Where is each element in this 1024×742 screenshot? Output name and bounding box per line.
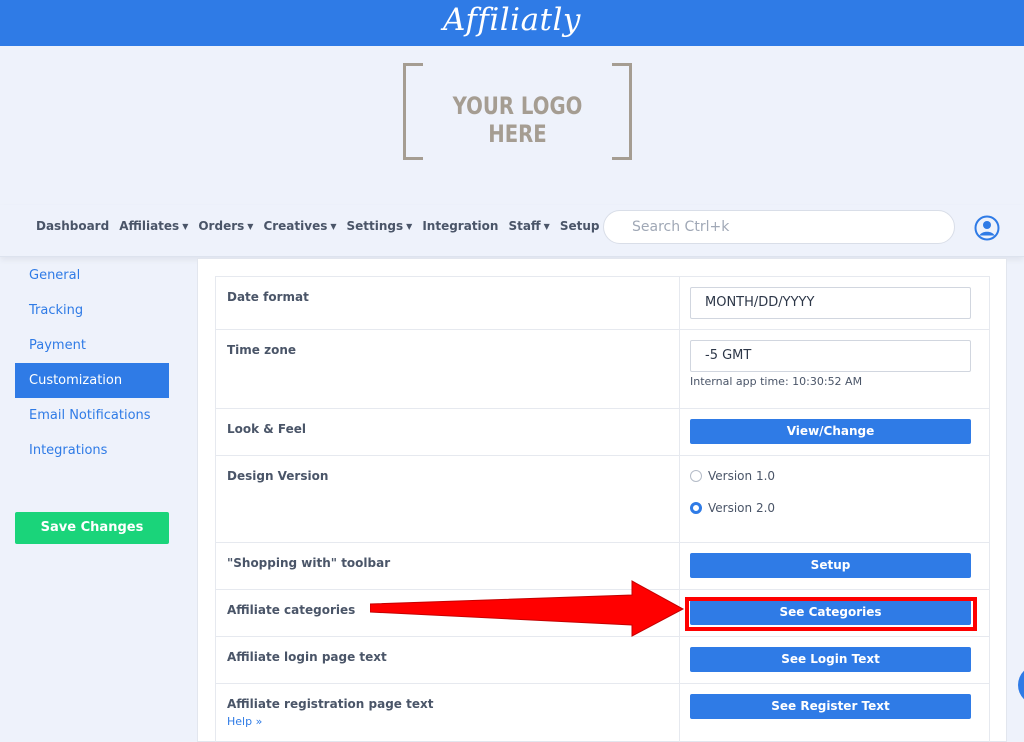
sidebar-item-integrations[interactable]: Integrations bbox=[15, 433, 169, 468]
nav-item-label: Settings bbox=[346, 219, 404, 233]
setting-row-design-version: Design Version Version 1.0 Version 2.0 bbox=[215, 455, 990, 543]
main-nav: Dashboard Affiliates ▼ Orders ▼ Creatives ▼ Set… bbox=[0, 205, 1024, 257]
nav-item-affiliates[interactable]: Affiliates ▼ bbox=[119, 219, 188, 233]
setting-label: Design Version bbox=[215, 455, 680, 543]
radio-label: Version 1.0 bbox=[708, 469, 776, 483]
radio-checked-icon[interactable] bbox=[690, 502, 702, 514]
setting-label: Look & Feel bbox=[215, 408, 680, 456]
caret-down-icon: ▼ bbox=[406, 221, 413, 231]
nav-menu: Dashboard Affiliates ▼ Orders ▼ Creatives ▼ Set… bbox=[36, 219, 609, 233]
caret-down-icon: ▼ bbox=[247, 221, 254, 231]
setting-row-login-text: Affiliate login page text See Login Text bbox=[215, 636, 990, 684]
nav-item-creatives[interactable]: Creatives ▼ bbox=[263, 219, 336, 233]
chat-widget-icon[interactable] bbox=[1018, 665, 1024, 705]
sidebar-item-general[interactable]: General bbox=[15, 258, 169, 293]
user-circle-icon[interactable] bbox=[974, 215, 1000, 241]
settings-table: Date format MONTH/DD/YYYY Time zone -5 G… bbox=[215, 276, 990, 742]
nav-item-label: Affiliates bbox=[119, 219, 180, 233]
logo-bracket-right bbox=[612, 63, 632, 160]
logo-bracket-left bbox=[403, 63, 423, 160]
save-changes-button[interactable]: Save Changes bbox=[15, 512, 169, 544]
caret-down-icon: ▼ bbox=[543, 221, 550, 231]
nav-item-orders[interactable]: Orders ▼ bbox=[198, 219, 253, 233]
setting-row-register-text: Affiliate registration page text Help » … bbox=[215, 683, 990, 742]
annotation-arrow-icon bbox=[370, 580, 685, 637]
caret-down-icon: ▼ bbox=[330, 221, 337, 231]
nav-item-label: Creatives bbox=[263, 219, 328, 233]
setting-row-look-feel: Look & Feel View/Change bbox=[215, 408, 990, 456]
sidebar-item-tracking[interactable]: Tracking bbox=[15, 293, 169, 328]
app-time-value: 10:30:52 AM bbox=[792, 375, 863, 388]
see-login-text-button[interactable]: See Login Text bbox=[690, 647, 971, 672]
setting-label: Affiliate login page text bbox=[215, 636, 680, 684]
nav-item-label: Integration bbox=[422, 219, 499, 233]
date-format-input[interactable]: MONTH/DD/YYYY bbox=[690, 287, 971, 319]
app-time-hint: Internal app time: 10:30:52 AM bbox=[690, 375, 971, 388]
nav-item-label: Orders bbox=[198, 219, 245, 233]
sidebar-item-customization[interactable]: Customization bbox=[15, 363, 169, 398]
caret-down-icon: ▼ bbox=[182, 221, 189, 231]
help-link[interactable]: Help » bbox=[227, 715, 669, 728]
time-zone-select[interactable]: -5 GMT bbox=[690, 340, 971, 372]
nav-item-dashboard[interactable]: Dashboard bbox=[36, 219, 109, 233]
double-chevron-right-icon: » bbox=[255, 715, 263, 728]
settings-panel: Date format MONTH/DD/YYYY Time zone -5 G… bbox=[197, 258, 1007, 742]
sidebar-item-email-notifications[interactable]: Email Notifications bbox=[15, 398, 169, 433]
radio-unchecked-icon[interactable] bbox=[690, 470, 702, 482]
nav-item-integration[interactable]: Integration bbox=[422, 219, 498, 233]
radio-version-2[interactable]: Version 2.0 bbox=[690, 498, 971, 518]
setting-row-date-format: Date format MONTH/DD/YYYY bbox=[215, 276, 990, 330]
highlight-box bbox=[685, 597, 977, 631]
radio-label: Version 2.0 bbox=[708, 501, 776, 515]
setting-label: Affiliate registration page text bbox=[227, 697, 434, 711]
app-time-label: Internal app time: bbox=[690, 375, 789, 388]
view-change-button[interactable]: View/Change bbox=[690, 419, 971, 444]
top-bar: Affiliatly bbox=[0, 0, 1024, 46]
setting-row-time-zone: Time zone -5 GMT Internal app time: 10:3… bbox=[215, 329, 990, 409]
see-register-text-button[interactable]: See Register Text bbox=[690, 694, 971, 719]
toolbar-setup-button[interactable]: Setup bbox=[690, 553, 971, 578]
nav-item-label: Staff bbox=[508, 219, 541, 233]
logo-placeholder-text: YOUR LOGO HERE bbox=[452, 92, 583, 148]
nav-item-settings[interactable]: Settings ▼ bbox=[347, 219, 413, 233]
logo-placeholder: YOUR LOGO HERE bbox=[403, 63, 632, 160]
nav-item-staff[interactable]: Staff ▼ bbox=[508, 219, 549, 233]
nav-item-label: Setup bbox=[559, 219, 600, 233]
search-input[interactable]: Search Ctrl+k bbox=[603, 210, 955, 244]
setting-label: Date format bbox=[215, 276, 680, 330]
radio-version-1[interactable]: Version 1.0 bbox=[690, 466, 971, 486]
nav-item-setup[interactable]: Setup bbox=[560, 219, 600, 233]
brand-logo[interactable]: Affiliatly bbox=[0, 0, 1024, 40]
settings-sidebar: General Tracking Payment Customization Email… bbox=[15, 258, 169, 468]
sidebar-item-payment[interactable]: Payment bbox=[15, 328, 169, 363]
setting-label: Time zone bbox=[215, 329, 680, 409]
nav-item-label: Dashboard bbox=[36, 219, 110, 233]
